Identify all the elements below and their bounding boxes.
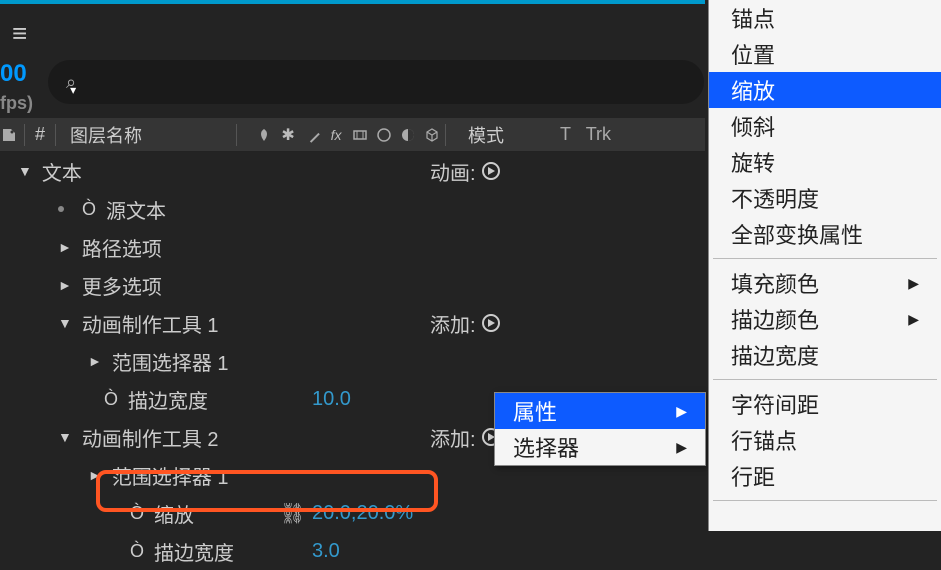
animator2-label: 动画制作工具 2 xyxy=(82,423,219,452)
star-icon[interactable]: ✱ xyxy=(279,126,297,144)
time-value: 00 xyxy=(0,60,27,87)
menu-separator xyxy=(713,258,937,259)
stroke-width2-row[interactable]: Ò 描边宽度 3.0 xyxy=(0,532,705,570)
menu-fill-color[interactable]: 填充颜色▶ xyxy=(709,265,941,301)
3d-icon[interactable] xyxy=(423,126,441,144)
submenu-arrow-icon: ▶ xyxy=(908,311,919,328)
play-icon xyxy=(482,314,500,332)
menu-separator xyxy=(713,379,937,380)
add-label: 添加: xyxy=(430,423,476,452)
stroke-width-label: 描边宽度 xyxy=(128,385,208,414)
stroke-width-value[interactable]: 10.0 xyxy=(312,388,351,411)
expand-icon[interactable]: ► xyxy=(58,239,72,255)
menu-tracking[interactable]: 字符间距 xyxy=(709,386,941,422)
animator1-row[interactable]: ▼ 动画制作工具 1 添加: xyxy=(0,304,705,342)
link-icon[interactable]: ⛓ xyxy=(280,501,304,526)
expand-icon[interactable]: ► xyxy=(58,277,72,293)
animate-label: 动画: xyxy=(430,157,476,186)
menu-opacity[interactable]: 不透明度 xyxy=(709,180,941,216)
motion-blur-icon[interactable] xyxy=(375,126,393,144)
menu-stroke-color[interactable]: 描边颜色▶ xyxy=(709,301,941,337)
menu-line-anchor[interactable]: 行锚点 xyxy=(709,422,941,458)
scale-value[interactable]: 20.0,20.0% xyxy=(312,502,413,525)
path-options-label: 路径选项 xyxy=(82,233,162,262)
wand-icon[interactable] xyxy=(303,126,321,144)
property-menu[interactable]: 锚点 位置 缩放 倾斜 旋转 不透明度 全部变换属性 填充颜色▶ 描边颜色▶ 描… xyxy=(708,0,941,531)
col-trk: Trk xyxy=(586,124,611,144)
menu-anchor[interactable]: 锚点 xyxy=(709,0,941,36)
animate-menu[interactable]: 动画: xyxy=(430,157,500,186)
source-text-label: 源文本 xyxy=(106,195,166,224)
stroke-width2-value[interactable]: 3.0 xyxy=(312,540,340,563)
add-menu[interactable]: 添加: xyxy=(430,423,500,452)
source-text-row[interactable]: Ò 源文本 xyxy=(0,190,705,228)
play-icon xyxy=(482,162,500,180)
more-options-label: 更多选项 xyxy=(82,271,162,300)
expand-icon[interactable]: ► xyxy=(88,467,102,483)
dot-icon xyxy=(58,206,64,212)
expand-icon[interactable]: ▼ xyxy=(58,429,72,445)
switch-icons[interactable]: ✱ fx xyxy=(255,126,441,144)
menu-rotation[interactable]: 旋转 xyxy=(709,144,941,180)
scale-row[interactable]: Ò 缩放 ⛓ 20.0,20.0% xyxy=(0,494,705,532)
stroke-width2-label: 描边宽度 xyxy=(154,537,234,566)
menu-all-transform[interactable]: 全部变换属性 xyxy=(709,216,941,252)
search-input[interactable]: ⌕ ▾ xyxy=(48,60,704,104)
stopwatch-icon[interactable]: Ò xyxy=(130,541,144,562)
col-t: T xyxy=(560,124,571,144)
menu-separator xyxy=(713,500,937,501)
text-group[interactable]: ▼ 文本 动画: xyxy=(0,152,705,190)
path-options-row[interactable]: ► 路径选项 xyxy=(0,228,705,266)
shy-icon[interactable] xyxy=(255,126,273,144)
col-mode: 模式 xyxy=(468,122,504,148)
submenu-arrow-icon: ▶ xyxy=(908,275,919,292)
stopwatch-icon[interactable]: Ò xyxy=(82,199,96,220)
menu-scale[interactable]: 缩放 xyxy=(709,72,941,108)
col-layername: 图层名称 xyxy=(70,122,142,148)
animator1-label: 动画制作工具 1 xyxy=(82,309,219,338)
menu-skew[interactable]: 倾斜 xyxy=(709,108,941,144)
frame-blend-icon[interactable] xyxy=(351,126,369,144)
add-menu[interactable]: 添加: xyxy=(430,309,500,338)
menu-icon[interactable]: ≡ xyxy=(12,18,27,49)
ctx-property[interactable]: 属性 ▶ xyxy=(495,393,705,429)
menu-line-spacing[interactable]: 行距 xyxy=(709,458,941,494)
ctx-selector[interactable]: 选择器 ▶ xyxy=(495,429,705,465)
fx-icon[interactable]: fx xyxy=(327,126,345,144)
submenu-arrow-icon: ▶ xyxy=(676,403,687,420)
more-options-row[interactable]: ► 更多选项 xyxy=(0,266,705,304)
adjustment-icon[interactable] xyxy=(399,126,417,144)
label-color-icon[interactable] xyxy=(0,126,18,144)
expand-icon[interactable]: ▼ xyxy=(18,163,32,179)
text-label: 文本 xyxy=(42,157,82,186)
context-submenu[interactable]: 属性 ▶ 选择器 ▶ xyxy=(494,392,706,466)
expand-icon[interactable]: ▼ xyxy=(58,315,72,331)
scale-label: 缩放 xyxy=(154,499,194,528)
range-selector1-label: 范围选择器 1 xyxy=(112,347,229,376)
ctx-property-label: 属性 xyxy=(513,395,557,427)
add-label: 添加: xyxy=(430,309,476,338)
timecode[interactable]: 00 fps) xyxy=(0,60,33,116)
fps-label: fps) xyxy=(0,93,33,113)
menu-stroke-width[interactable]: 描边宽度 xyxy=(709,337,941,373)
range-selector1-row[interactable]: ► 范围选择器 1 xyxy=(0,342,705,380)
col-hash: # xyxy=(35,124,45,145)
ctx-selector-label: 选择器 xyxy=(513,431,579,463)
submenu-arrow-icon: ▶ xyxy=(676,439,687,456)
stopwatch-icon[interactable]: Ò xyxy=(130,503,144,524)
expand-icon[interactable]: ► xyxy=(88,353,102,369)
stopwatch-icon[interactable]: Ò xyxy=(104,389,118,410)
column-headers: # 图层名称 ✱ fx 模式 T Trk xyxy=(0,118,705,152)
menu-position[interactable]: 位置 xyxy=(709,36,941,72)
search-cursor: ▾ xyxy=(70,83,76,97)
range-selector2-label: 范围选择器 1 xyxy=(112,461,229,490)
layer-panel: ▼ 文本 动画: Ò 源文本 ► 路径选项 ► 更多选项 ▼ 动画制作工具 1 … xyxy=(0,152,705,570)
